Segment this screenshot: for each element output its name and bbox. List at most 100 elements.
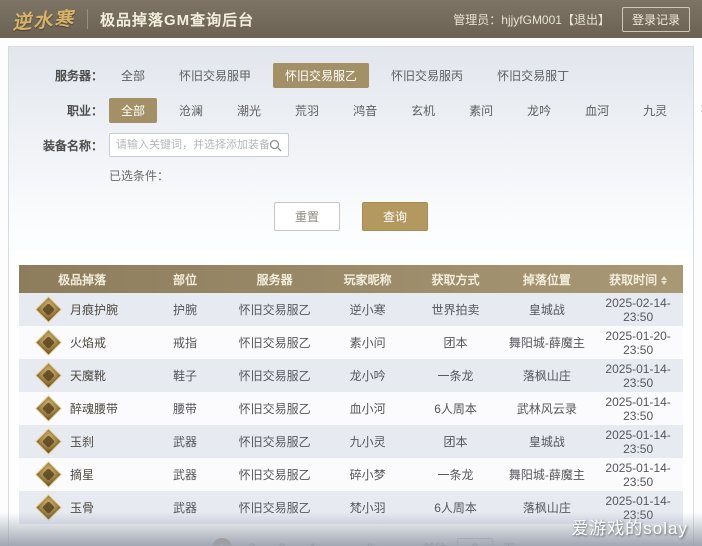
profession-option[interactable]: 全部: [109, 98, 158, 123]
cell-location: 舞阳城-薛魔主: [508, 468, 585, 482]
cell-server: 怀旧交易服乙: [238, 501, 311, 515]
column-header: 部位: [172, 272, 197, 287]
server-option[interactable]: 怀旧交易服丙: [379, 63, 475, 88]
profession-options: 全部沧澜潮光荒羽鸿音玄机素问龙吟血河九灵碎梦神相铁衣: [109, 98, 702, 123]
table-row: 玉刹 武器 怀旧交易服乙 九小灵 团本 皇城战 2025-01-14-23:50: [19, 425, 683, 458]
page-number[interactable]: 1: [211, 538, 232, 546]
profession-option[interactable]: 素问: [457, 98, 505, 123]
item-gem-icon: [35, 362, 62, 389]
profession-option[interactable]: 玄机: [399, 98, 447, 123]
sort-icon[interactable]: [661, 275, 668, 285]
cell-slot: 鞋子: [172, 369, 197, 383]
cell-slot: 武器: [172, 501, 197, 515]
item-name: 醉魂腰带: [70, 402, 119, 416]
cell-location: 皇城战: [528, 435, 565, 449]
server-filter-label: 服务器：: [54, 69, 103, 83]
prev-page-icon[interactable]: ‹: [187, 540, 208, 546]
drops-table: 极品掉落 部位 服务器 玩家昵称 获取方式 掉落位置 获取时间 月痕护腕 护腕 怀旧交易服乙 逆小…: [19, 265, 683, 524]
header-divider: [87, 9, 89, 29]
column-header: 玩家昵称: [343, 272, 392, 287]
item-gem-icon: [35, 494, 62, 521]
equipment-search-input[interactable]: [116, 139, 269, 151]
cell-time: 2025-02-14-23:50: [605, 295, 671, 324]
profession-option[interactable]: 荒羽: [283, 98, 331, 123]
cell-method: 团本: [443, 435, 468, 449]
page-ellipsis: ...: [332, 541, 350, 546]
cell-method: 6人周本: [434, 501, 477, 515]
item-name: 月痕护腕: [70, 303, 119, 317]
profession-option[interactable]: 潮光: [225, 98, 273, 123]
profession-filter-row: 职业： 全部沧澜潮光荒羽鸿音玄机素问龙吟血河九灵碎梦神相铁衣: [29, 98, 702, 123]
cell-location: 皇城战: [528, 303, 565, 317]
cell-location: 武林风云录: [516, 402, 577, 416]
cell-method: 团本: [443, 336, 468, 350]
profession-option[interactable]: 碎梦: [689, 98, 702, 123]
query-button[interactable]: 查询: [362, 202, 429, 231]
cell-server: 怀旧交易服乙: [238, 336, 311, 350]
filter-section: 服务器： 全部 怀旧交易服甲 怀旧交易服乙 怀旧交易服丙 怀旧交易服丁 职业： 全部 沧澜…: [9, 47, 702, 251]
item-gem-icon: [35, 395, 62, 422]
cell-player: 梵小羽: [349, 501, 386, 515]
item-name: 火焰戒: [70, 336, 107, 350]
page-title: 极品掉落GM查询后台: [100, 11, 255, 29]
cell-time: 2025-01-14-23:50: [605, 394, 671, 423]
cell-time: 2025-01-20-23:50: [605, 328, 671, 357]
server-option[interactable]: 全部: [109, 63, 157, 88]
profession-option[interactable]: 九灵: [631, 98, 679, 123]
cell-item: 醉魂腰带: [19, 395, 145, 422]
page-number[interactable]: 4: [302, 538, 322, 546]
goto-page-input[interactable]: [457, 538, 493, 546]
profession-option[interactable]: 沧澜: [167, 98, 215, 123]
cell-player: 逆小寒: [349, 303, 386, 317]
table-row: 摘星 武器 怀旧交易服乙 碎小梦 一条龙 舞阳城-薛魔主 2025-01-14-23:50: [19, 458, 683, 491]
cell-method: 世界拍卖: [431, 303, 480, 317]
logout-link[interactable]: 【退出】: [562, 13, 610, 27]
profession-filter-label: 职业：: [66, 104, 103, 118]
server-option[interactable]: 怀旧交易服丁: [485, 63, 581, 88]
column-header: 极品掉落: [58, 272, 107, 287]
cell-player: 血小河: [349, 402, 386, 416]
profession-option[interactable]: 鸿音: [341, 98, 389, 123]
profession-option[interactable]: 龙吟: [515, 98, 563, 123]
cell-server: 怀旧交易服乙: [238, 435, 311, 449]
cell-slot: 腰带: [172, 402, 197, 416]
reset-button[interactable]: 重置: [273, 202, 340, 231]
cell-item: 月痕护腕: [19, 296, 145, 323]
page-number[interactable]: 2: [242, 538, 262, 546]
cell-location: 舞阳城-薛魔主: [508, 336, 585, 350]
login-record-button[interactable]: 登录记录: [621, 6, 690, 32]
game-logo: 逆水寒: [11, 7, 76, 34]
page-number[interactable]: 6: [360, 538, 380, 546]
item-gem-icon: [35, 428, 62, 455]
watermark-text: 爱游戏的solay: [571, 519, 688, 538]
column-header[interactable]: 获取时间: [593, 271, 683, 288]
table-row: 月痕护腕 护腕 怀旧交易服乙 逆小寒 世界拍卖 皇城战 2025-02-14-23:50: [19, 293, 683, 326]
profession-option[interactable]: 血河: [573, 98, 621, 123]
server-filter-row: 服务器： 全部 怀旧交易服甲 怀旧交易服乙 怀旧交易服丙 怀旧交易服丁: [29, 63, 673, 88]
server-option[interactable]: 怀旧交易服乙: [273, 63, 370, 88]
item-gem-icon: [35, 296, 62, 323]
cell-server: 怀旧交易服乙: [238, 402, 311, 416]
selected-conditions-row: 已选条件：: [29, 167, 673, 184]
server-option[interactable]: 怀旧交易服甲: [167, 63, 263, 88]
item-name: 玉刹: [70, 435, 95, 449]
equipment-name-label: 装备名称：: [42, 138, 103, 153]
cell-player: 龙小吟: [349, 369, 386, 383]
next-page-icon[interactable]: ›: [384, 540, 405, 546]
cell-player: 九小灵: [349, 435, 386, 449]
item-name: 玉骨: [70, 501, 95, 515]
page-number[interactable]: 3: [272, 538, 292, 546]
item-name: 天魔靴: [70, 369, 107, 383]
pagination: ‹ 1 2 3 4... 6 › 前往 页: [9, 538, 693, 546]
item-gem-icon: [35, 329, 62, 356]
column-header: 获取方式: [431, 272, 480, 287]
equipment-search-box: [109, 133, 289, 157]
main-panel: 服务器： 全部 怀旧交易服甲 怀旧交易服乙 怀旧交易服丙 怀旧交易服丁 职业： 全部 沧澜…: [8, 46, 702, 546]
search-icon[interactable]: [269, 139, 282, 152]
top-header-bar: 逆水寒 极品掉落GM查询后台 管理员：hjjyfGM001【退出】 登录记录: [0, 0, 702, 38]
cell-item: 玉骨: [19, 494, 145, 521]
selected-conditions-label: 已选条件：: [109, 169, 170, 183]
cell-location: 落枫山庄: [522, 369, 571, 383]
cell-item: 摘星: [19, 461, 145, 488]
page-unit-label: 页: [503, 540, 515, 546]
